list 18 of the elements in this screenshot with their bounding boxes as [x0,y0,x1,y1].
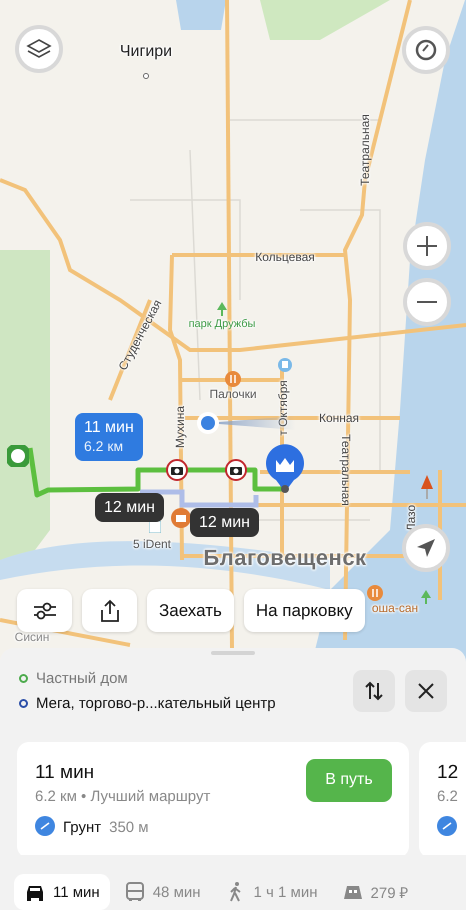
street-label: Театральная [358,114,372,186]
surface-length: 350 м [109,819,149,836]
place-label: 5 iDent [132,537,172,551]
street-label: Театральная [339,434,353,506]
route-duration: 12 [437,762,458,784]
transport-time: 48 мин [152,884,201,900]
place-label: оша-сан [372,601,418,615]
road-surface: Грунт [63,819,102,836]
place-label: Сисин [14,630,50,644]
transport-time: 11 мин [53,884,100,900]
route-duration: 11 мин [35,762,96,784]
transport-time: 1 ч 1 мин [254,884,318,900]
street-label: т Октября [276,380,290,436]
street-label: Мухина [173,406,187,448]
place-label: Чигири [120,43,172,61]
route-details: 6.2 км • Лучший маршрут [35,788,210,805]
route-details: 6.2 [437,788,458,805]
transport-time: 279 ₽ [370,884,409,902]
